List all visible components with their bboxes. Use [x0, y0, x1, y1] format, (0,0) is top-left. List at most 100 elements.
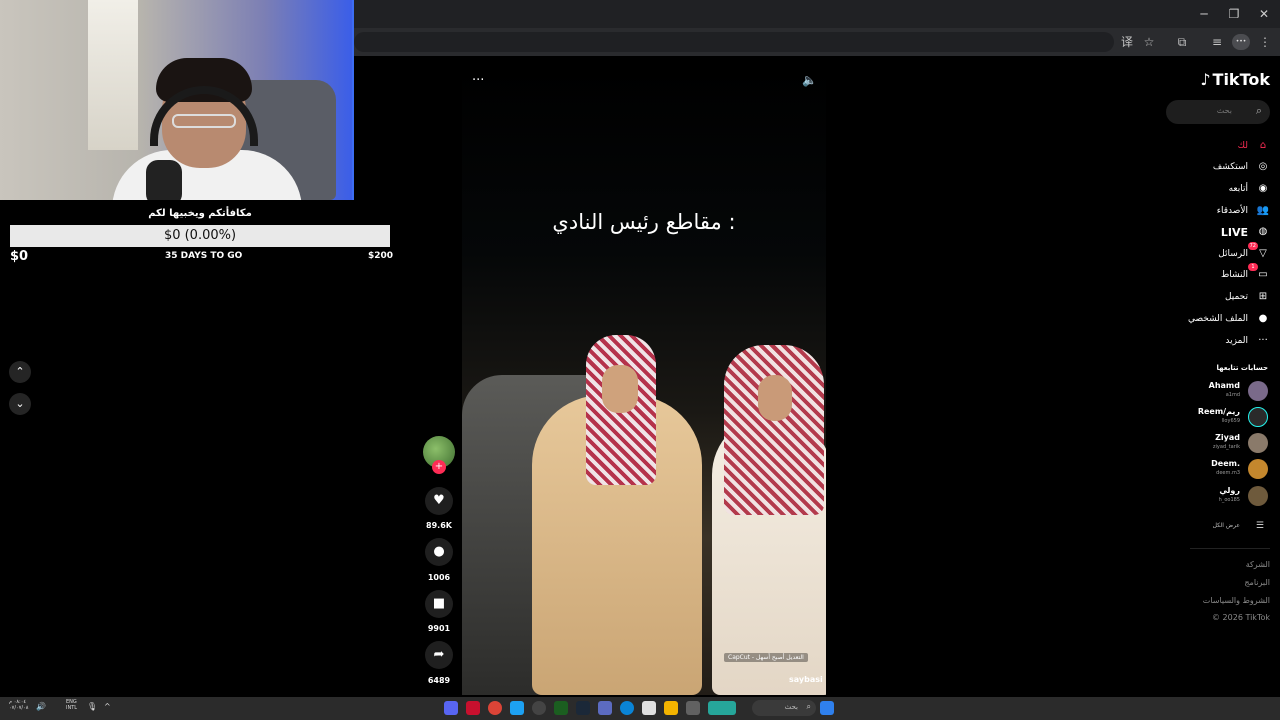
webcam-door [88, 0, 138, 150]
following-account[interactable]: Ziyad ziyad_tarik [1170, 432, 1270, 454]
search-input[interactable]: بحث ⌕ [1166, 100, 1270, 124]
language-indicator[interactable]: ENG INTL [66, 699, 77, 711]
following-account[interactable]: Deem. deem.m3 [1170, 458, 1270, 480]
app-icon-purple[interactable] [598, 701, 612, 715]
sidebar-item-activity[interactable]: النشاط ▭ 1 [1170, 263, 1270, 284]
share-icon[interactable]: ➦ [425, 641, 453, 669]
sidebar-item-upload[interactable]: تحميل ⊞ [1170, 288, 1270, 306]
previous-video-button[interactable]: ⌃ [9, 361, 31, 383]
account-handle: deem.m3 [1216, 470, 1240, 476]
tray-overflow-icon[interactable]: ^ [104, 702, 111, 711]
search-icon[interactable]: ⌕ [1256, 104, 1262, 118]
following-account[interactable]: Reem/ريم lloy659 [1170, 406, 1270, 428]
following-account[interactable]: رولي h_oo185 [1170, 485, 1270, 507]
video-player[interactable]: مقاطع رئيس النادي : ··· 🔈 CapCut - التعد… [462, 65, 826, 695]
capcut-label[interactable]: CapCut - التعديل أصبح أسهل [724, 653, 808, 662]
see-all-label: عرض الكل [1212, 522, 1240, 529]
tiktok-note-icon: ♪ [1200, 70, 1211, 89]
sidebar-item-more[interactable]: المزيد ··· [1170, 332, 1270, 350]
sidebar-item-label: المزيد [1225, 336, 1248, 346]
start-icon[interactable] [820, 701, 834, 715]
bookmark-icon[interactable]: ■ [425, 590, 453, 618]
account-name: رولي [1219, 486, 1240, 495]
webcam-microphone [146, 160, 182, 200]
following-account[interactable]: Ahamd a1md [1170, 380, 1270, 402]
chrome-icon[interactable] [488, 701, 502, 715]
sidebar-item-home[interactable]: لك ⌂ [1170, 137, 1270, 155]
home-icon: ⌂ [1259, 140, 1267, 151]
account-handle: ziyad_tarik [1212, 444, 1240, 450]
sidebar-item-live[interactable]: LIVE ◍ [1170, 223, 1270, 241]
upload-icon: ⊞ [1258, 291, 1268, 302]
account-handle: a1md [1225, 392, 1240, 398]
widgets-icon[interactable] [708, 701, 736, 715]
more-icon: ··· [1258, 335, 1268, 346]
see-all-button[interactable]: عرض الكل ☰ [1180, 521, 1270, 534]
footer-program-link[interactable]: البرنامج [1180, 578, 1270, 587]
compass-icon: ◎ [1258, 161, 1268, 172]
footer-terms-link[interactable]: الشروط والسياسات [1180, 596, 1270, 605]
webcam-overlay [0, 0, 354, 200]
restore-button[interactable]: ❐ [1220, 4, 1248, 24]
obs-icon[interactable] [532, 701, 546, 715]
follow-button[interactable]: + [432, 460, 446, 474]
next-video-button[interactable]: ⌄ [9, 393, 31, 415]
steam-icon[interactable] [576, 701, 590, 715]
tiktok-logo-text: TikTok [1212, 70, 1270, 89]
acrobat-icon[interactable] [466, 701, 480, 715]
profile-button[interactable]: ••• [1232, 34, 1250, 50]
app-icon-gray[interactable] [686, 701, 700, 715]
tiktok-logo[interactable]: ♪ TikTok [1194, 70, 1270, 92]
account-avatar [1248, 459, 1268, 479]
sidebar-divider [1190, 548, 1270, 549]
video-more-icon[interactable]: ··· [472, 73, 484, 88]
bookmark-count: 9901 [427, 624, 451, 633]
sidebar-item-compass[interactable]: استكشف ◎ [1170, 158, 1270, 176]
donation-current: $0 [10, 249, 29, 264]
sidebar-item-following[interactable]: أتابعه ◉ [1170, 180, 1270, 198]
close-button[interactable]: ✕ [1250, 4, 1278, 24]
taskbar-search[interactable]: بحث ⌕ [752, 700, 816, 716]
following-icon: ◉ [1258, 183, 1268, 194]
volume-icon[interactable]: 🔈 [802, 73, 817, 87]
minimize-button[interactable]: ─ [1190, 4, 1218, 24]
file-explorer-icon[interactable] [664, 701, 678, 715]
star-icon[interactable]: ☆ [1140, 33, 1158, 51]
comment-icon[interactable]: ● [425, 538, 453, 566]
sidebar-item-messages[interactable]: الرسائل ▽ 72 [1170, 242, 1270, 263]
account-name: Ziyad [1215, 433, 1240, 442]
account-handle: h_oo185 [1218, 497, 1240, 503]
sidebar-item-label: LIVE [1220, 225, 1248, 239]
notepad-icon[interactable] [642, 701, 656, 715]
discord-icon[interactable] [444, 701, 458, 715]
footer-company-link[interactable]: الشركة [1180, 560, 1270, 569]
microphone-tray-icon[interactable]: 🎙 [87, 702, 97, 711]
terminal-icon[interactable] [554, 701, 568, 715]
reading-list-icon[interactable]: ≡ [1208, 33, 1226, 51]
sidebar-item-label: النشاط [1220, 270, 1248, 280]
donation-title: مكافأتكم ويخبيها لكم [148, 208, 252, 219]
menu-icon[interactable]: ⋮ [1256, 33, 1274, 51]
following-accounts-title: حسابات تتابعها [1216, 364, 1268, 372]
sidebar-item-profile[interactable]: الملف الشخصي ● [1170, 310, 1270, 328]
translate-icon[interactable]: 译 [1118, 33, 1136, 51]
clock[interactable]: ٠٨:٠٤ م ٠٧/٠٧/٠٨ [9, 699, 28, 711]
friends-icon: 👥 [1256, 205, 1270, 216]
extensions-icon[interactable]: ⧉ [1173, 33, 1191, 51]
webcam-glasses [172, 114, 236, 128]
edge-icon[interactable] [620, 701, 634, 715]
sidebar-item-label: تحميل [1224, 292, 1248, 302]
sidebar-item-label: لك [1237, 141, 1248, 151]
sidebar-item-label: الأصدقاء [1216, 206, 1248, 216]
sidebar-item-label: أتابعه [1228, 184, 1248, 194]
footer-copyright: © 2026 TikTok [1212, 613, 1270, 622]
sidebar-item-friends[interactable]: الأصدقاء 👥 [1170, 202, 1270, 220]
volume-tray-icon[interactable]: 🔊 [36, 702, 46, 711]
app-icon-blue[interactable] [510, 701, 524, 715]
video-face-right [758, 375, 792, 421]
like-icon[interactable]: ♥ [425, 487, 453, 515]
profile-icon: ● [1258, 313, 1268, 324]
donation-goal: $200 [368, 251, 394, 261]
account-name: Ahamd [1208, 381, 1240, 390]
address-bar[interactable] [354, 32, 1114, 52]
